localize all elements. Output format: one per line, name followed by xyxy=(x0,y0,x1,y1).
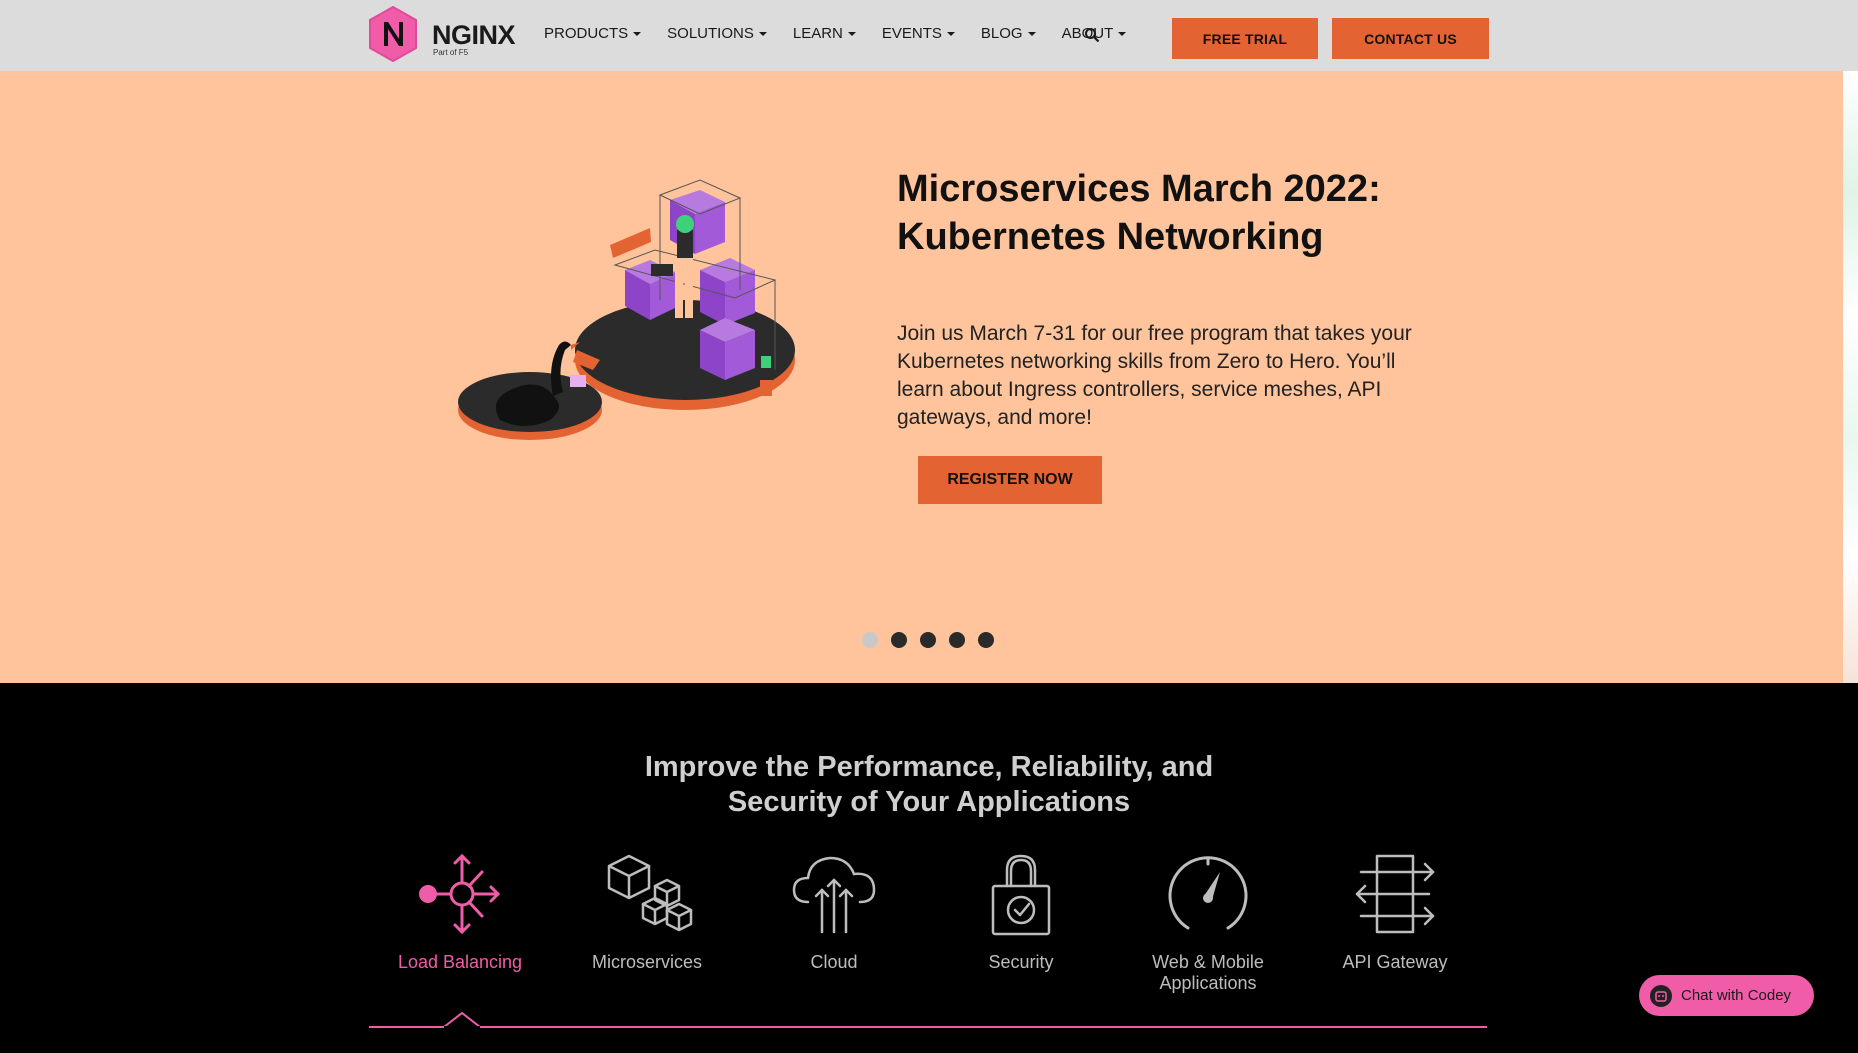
menu-events-label: EVENTS xyxy=(881,25,942,42)
tab-cloud[interactable]: Cloud xyxy=(749,850,919,973)
carousel-dot-1[interactable] xyxy=(862,632,878,648)
cloud-upload-icon xyxy=(792,856,876,934)
tab-load-balancing-label: Load Balancing xyxy=(397,952,523,972)
chat-with-codey-button[interactable]: Chat with Codey xyxy=(1639,975,1814,1016)
carousel-dot-4[interactable] xyxy=(949,632,965,648)
carousel-dot-5[interactable] xyxy=(978,632,994,648)
search-icon[interactable] xyxy=(1084,27,1100,43)
logo-tagline: Part of F5 xyxy=(433,48,469,57)
nginx-logo[interactable]: NGINX Part of F5 xyxy=(368,6,516,62)
gauge-icon xyxy=(1168,856,1248,930)
carousel-pagination xyxy=(862,632,994,648)
lock-check-icon xyxy=(991,854,1051,936)
nginx-hex-icon xyxy=(369,6,417,62)
chevron-down-icon xyxy=(847,31,856,36)
free-trial-button[interactable]: FREE TRIAL xyxy=(1172,18,1318,59)
next-slide-peek xyxy=(1843,71,1858,683)
active-tab-indicator xyxy=(444,1012,480,1028)
menu-blog[interactable]: BLOG xyxy=(981,25,1036,42)
chatbot-icon xyxy=(1650,984,1672,1007)
tab-web-mobile[interactable]: Web & Mobile Applications xyxy=(1123,850,1293,994)
chevron-down-icon xyxy=(946,31,955,36)
hero-description: Join us March 7-31 for our free program … xyxy=(897,322,1412,429)
section-heading-line1: Improve the Performance, Reliability, an… xyxy=(644,751,1214,783)
logo-wordmark: NGINX xyxy=(432,20,516,50)
main-menu: PRODUCTS SOLUTIONS LEARN EVENTS BLOG ABO… xyxy=(544,25,1152,42)
menu-products-label: PRODUCTS xyxy=(544,25,629,42)
menu-solutions-label: SOLUTIONS xyxy=(667,25,754,42)
tab-api-gateway-label: API Gateway xyxy=(1342,952,1448,972)
menu-learn-label: LEARN xyxy=(792,25,843,42)
arrows-exchange-icon xyxy=(1355,854,1435,934)
load-balancing-icon xyxy=(419,853,501,935)
chat-label: Chat with Codey xyxy=(1681,987,1792,1004)
cubes-icon xyxy=(607,854,693,932)
chevron-down-icon xyxy=(1118,31,1127,36)
feature-tabs: Load Balancing Microservices Cloud Secur… xyxy=(369,850,1487,1000)
tab-load-balancing[interactable]: Load Balancing xyxy=(375,850,545,973)
tab-microservices-label: Microservices xyxy=(591,952,702,972)
section-heading: Improve the Performance, Reliability, an… xyxy=(0,750,1858,820)
tab-web-mobile-label: Web & Mobile Applications xyxy=(1152,952,1264,993)
tab-microservices[interactable]: Microservices xyxy=(562,850,732,973)
carousel-dot-2[interactable] xyxy=(891,632,907,648)
kubernetes-illustration xyxy=(458,179,795,440)
tabs-underline xyxy=(369,1026,1487,1028)
tab-security-label: Security xyxy=(988,952,1054,972)
menu-blog-label: BLOG xyxy=(980,25,1023,42)
top-navigation: NGINX Part of F5 PRODUCTS SOLUTIONS LEAR… xyxy=(0,0,1858,71)
chevron-down-icon xyxy=(758,31,767,36)
menu-products[interactable]: PRODUCTS xyxy=(544,25,642,42)
tab-security[interactable]: Security xyxy=(936,850,1106,973)
menu-learn[interactable]: LEARN xyxy=(793,25,856,42)
menu-solutions[interactable]: SOLUTIONS xyxy=(667,25,767,42)
chevron-down-icon xyxy=(633,31,642,36)
tab-api-gateway[interactable]: API Gateway xyxy=(1310,850,1480,973)
menu-events[interactable]: EVENTS xyxy=(882,25,955,42)
section-heading-line2: Security of Your Applications xyxy=(727,786,1131,818)
register-now-button[interactable]: REGISTER NOW xyxy=(918,456,1102,504)
hero-title: Microservices March 2022: Kubernetes Net… xyxy=(897,168,1381,258)
carousel-dot-3[interactable] xyxy=(920,632,936,648)
contact-us-button[interactable]: CONTACT US xyxy=(1332,18,1489,59)
tab-cloud-label: Cloud xyxy=(810,952,858,972)
chevron-down-icon xyxy=(1027,31,1036,36)
